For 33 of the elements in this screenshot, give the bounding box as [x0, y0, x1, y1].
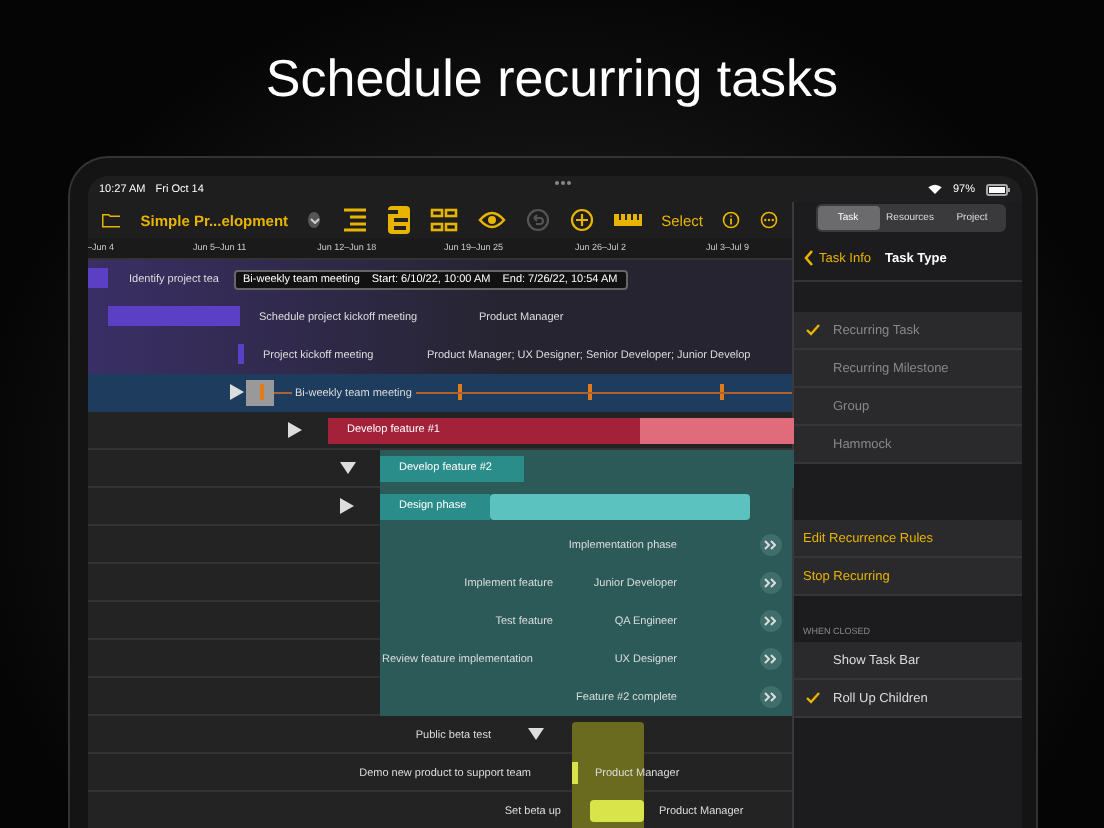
chevron-down-icon[interactable] [308, 212, 321, 228]
list-icon[interactable] [340, 208, 369, 232]
eye-icon[interactable] [477, 210, 506, 230]
multitask-dots-icon[interactable] [554, 178, 572, 190]
recurring-block[interactable] [245, 380, 273, 406]
double-chevron-icon [764, 692, 776, 702]
forward-button[interactable] [759, 648, 781, 670]
more-icon[interactable] [760, 208, 779, 232]
triangle-down-icon[interactable] [527, 726, 543, 742]
forward-button[interactable] [759, 610, 781, 632]
double-chevron-icon [764, 540, 776, 550]
triangle-right-icon[interactable] [227, 384, 243, 400]
triangle-right-icon[interactable] [337, 498, 353, 514]
gantt-view-button[interactable] [388, 206, 410, 234]
forward-button[interactable] [759, 686, 781, 708]
forward-button[interactable] [759, 572, 781, 594]
info-icon[interactable] [722, 208, 741, 232]
headline: Schedule recurring tasks [265, 47, 839, 109]
double-chevron-icon [764, 654, 776, 664]
task-bar[interactable] [571, 762, 577, 784]
chevron-left-icon [803, 250, 813, 266]
double-chevron-icon [764, 578, 776, 588]
ruler-icon[interactable] [613, 212, 642, 228]
forward-button[interactable] [759, 534, 781, 556]
folder-icon[interactable] [101, 210, 121, 230]
triangle-down-icon[interactable] [339, 460, 355, 476]
network-icon[interactable] [429, 208, 458, 232]
wifi-icon [928, 184, 943, 194]
add-icon[interactable] [569, 208, 594, 232]
battery-icon [985, 183, 1009, 195]
triangle-right-icon[interactable] [285, 422, 301, 438]
occurrence-tick [259, 384, 263, 400]
double-chevron-icon [764, 616, 776, 626]
